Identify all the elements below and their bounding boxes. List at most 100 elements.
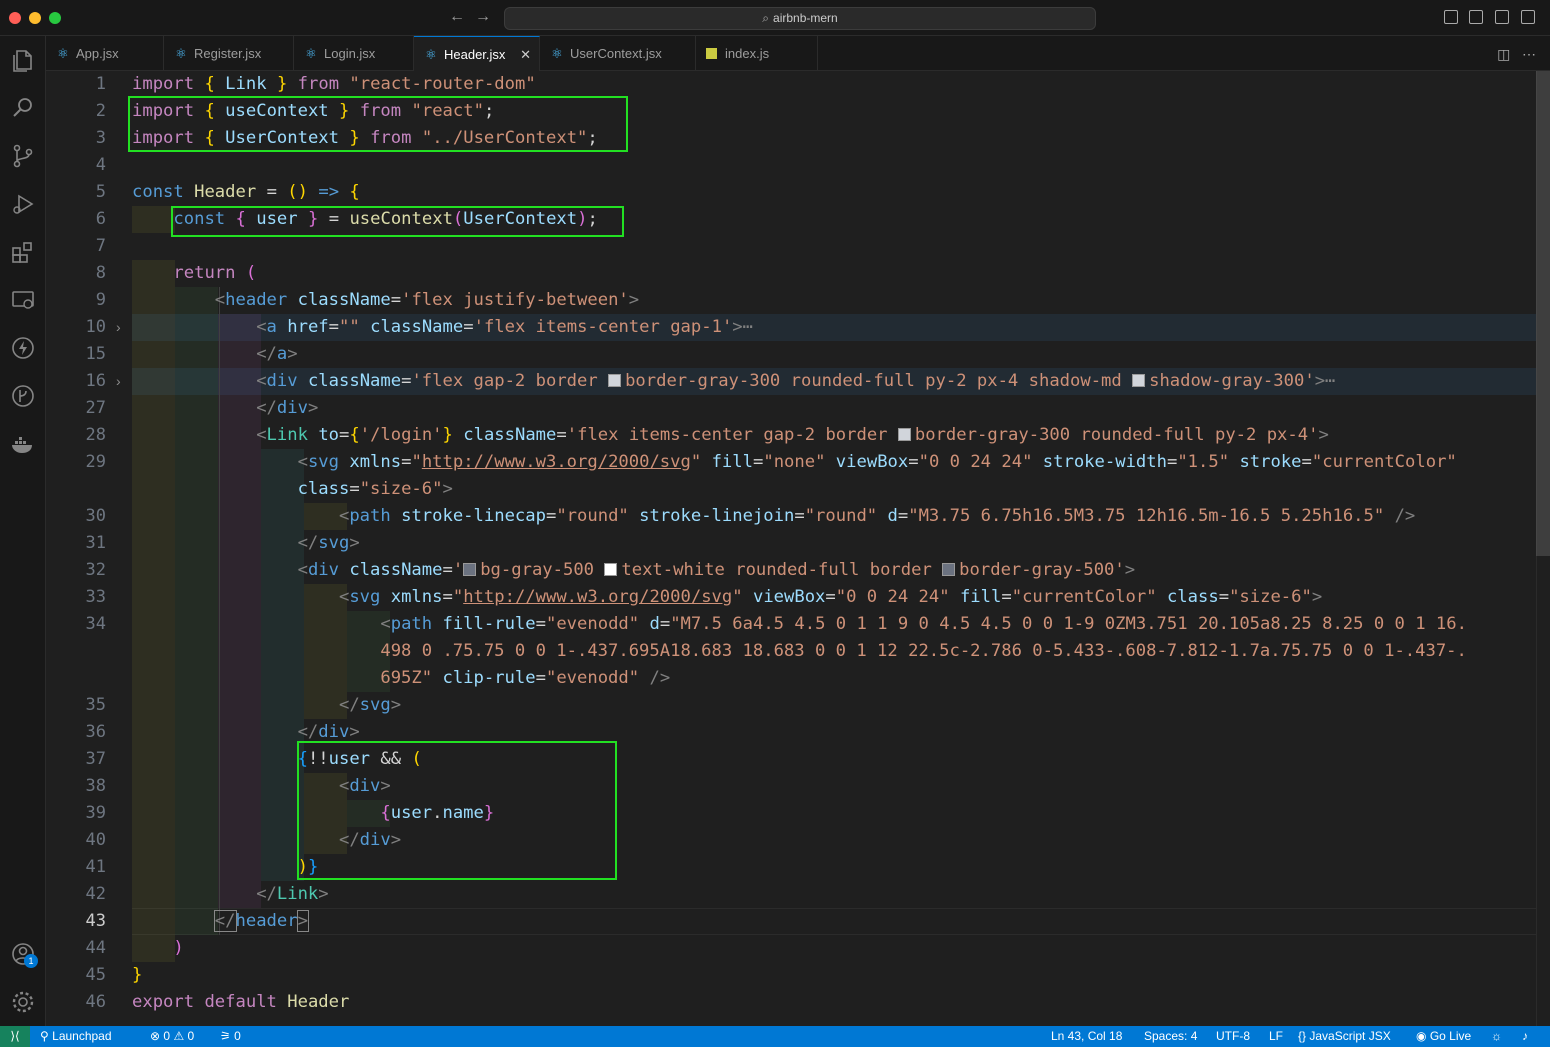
- forward-arrow-icon[interactable]: →: [473, 8, 493, 26]
- code-line-43: </header>: [213, 910, 309, 932]
- title-bar: ← → ⌕ airbnb-mern: [0, 0, 1550, 36]
- maximize-window-button[interactable]: [49, 12, 61, 24]
- indentation[interactable]: Spaces: 4: [1144, 1026, 1197, 1047]
- close-icon[interactable]: ✕: [520, 37, 531, 72]
- color-swatch[interactable]: [897, 428, 911, 441]
- tab-label: Header.jsx: [444, 47, 506, 62]
- color-swatch[interactable]: [604, 563, 618, 576]
- encoding[interactable]: UTF-8: [1216, 1026, 1250, 1047]
- react-icon: ⚛: [57, 46, 69, 61]
- status-bar: ⟩⟨ ⚲ Launchpad ⊗ 0 ⚠ 0 ⚞ 0 Ln 43, Col 18…: [0, 1026, 1550, 1047]
- line-number: 40: [85, 830, 106, 850]
- line-number: 1: [95, 74, 106, 94]
- line-number: 16: [85, 371, 106, 391]
- line-number: 8: [95, 263, 106, 283]
- source-control-icon[interactable]: [9, 142, 37, 170]
- line-number: 15: [85, 344, 106, 364]
- line-number: 44: [85, 938, 106, 958]
- cursor-position[interactable]: Ln 43, Col 18: [1051, 1026, 1122, 1047]
- close-window-button[interactable]: [9, 12, 21, 24]
- problems-button[interactable]: ⊗ 0 ⚠ 0: [150, 1026, 194, 1047]
- current-line-highlight: [132, 908, 1536, 935]
- line-number: 3: [95, 128, 106, 148]
- code-line-1: import { Link } from "react-router-dom": [132, 74, 536, 94]
- vertical-scrollbar[interactable]: [1536, 71, 1550, 1026]
- end-of-line[interactable]: LF: [1269, 1026, 1283, 1047]
- line-number: 5: [95, 182, 106, 202]
- code-line-44: ): [173, 938, 184, 958]
- line-number: 6: [95, 209, 106, 229]
- more-actions-icon[interactable]: ⋯: [1522, 46, 1536, 62]
- tab-label: Register.jsx: [194, 46, 262, 61]
- warning-icon: ⚠: [173, 1029, 185, 1043]
- line-number: 43: [85, 911, 106, 931]
- line-number: 2: [95, 101, 106, 121]
- color-swatch[interactable]: [463, 563, 477, 576]
- react-icon: ⚛: [175, 46, 187, 61]
- tab-usercontext-jsx[interactable]: ⚛ UserContext.jsx: [540, 36, 696, 71]
- line-number: [46, 665, 106, 692]
- command-center-search[interactable]: ⌕ airbnb-mern: [504, 7, 1096, 30]
- explorer-icon[interactable]: [9, 46, 37, 74]
- remote-explorer-icon[interactable]: [9, 286, 37, 314]
- docker-icon[interactable]: [9, 430, 37, 458]
- remote-indicator-icon[interactable]: ⟩⟨: [0, 1026, 30, 1047]
- tab-index-js[interactable]: index.js: [696, 36, 818, 71]
- toggle-panel-icon[interactable]: [1469, 10, 1483, 24]
- line-number: 33: [85, 587, 106, 607]
- code-editor[interactable]: 1 2 3 4 5 6 7 8 9 10 15 16 27 28 29 30 31 32 33 34 35 36 37 38 3…: [46, 71, 1550, 1026]
- line-number: 31: [85, 533, 106, 553]
- line-number: 28: [85, 425, 106, 445]
- search-icon[interactable]: [9, 94, 37, 122]
- toggle-secondary-sidebar-icon[interactable]: [1495, 10, 1509, 24]
- line-number: 32: [85, 560, 106, 580]
- scrollbar-thumb[interactable]: [1536, 71, 1550, 556]
- bell-icon[interactable]: ♪: [1522, 1026, 1528, 1047]
- toggle-primary-sidebar-icon[interactable]: [1444, 10, 1458, 24]
- line-number: 37: [85, 749, 106, 769]
- tab-register-jsx[interactable]: ⚛ Register.jsx: [164, 36, 294, 71]
- react-icon: ⚛: [305, 46, 317, 61]
- code-line-8: return (: [173, 263, 257, 283]
- launchpad-button[interactable]: ⚲ Launchpad: [40, 1026, 112, 1047]
- back-arrow-icon[interactable]: ←: [447, 8, 467, 26]
- gear-icon[interactable]: [9, 988, 37, 1016]
- code-line-45: }: [132, 965, 143, 985]
- language-mode[interactable]: {} JavaScript JSX: [1298, 1026, 1391, 1047]
- code-line-35: </svg>: [338, 695, 402, 715]
- tab-label: UserContext.jsx: [570, 46, 662, 61]
- minimize-window-button[interactable]: [29, 12, 41, 24]
- ports-button[interactable]: ⚞ 0: [220, 1026, 241, 1047]
- editor-tab-bar: ⚛ App.jsx ⚛ Register.jsx ⚛ Login.jsx ⚛ Heade…: [46, 36, 1550, 71]
- tab-app-jsx[interactable]: ⚛ App.jsx: [46, 36, 164, 71]
- braces-icon: {}: [1298, 1029, 1307, 1043]
- customize-layout-icon[interactable]: [1521, 10, 1535, 24]
- color-swatch[interactable]: [942, 563, 956, 576]
- code-line-42: </Link>: [256, 884, 329, 904]
- thunder-client-icon[interactable]: [9, 334, 37, 362]
- line-number: 9: [95, 290, 106, 310]
- tab-label: index.js: [725, 46, 770, 61]
- color-swatch[interactable]: [1132, 374, 1146, 387]
- line-number: 27: [85, 398, 106, 418]
- code-line-33: <svg xmlns="http://www.w3.org/2000/svg" …: [338, 587, 1323, 607]
- line-number: 41: [85, 857, 106, 877]
- tab-login-jsx[interactable]: ⚛ Login.jsx: [294, 36, 414, 71]
- fold-chevron-icon[interactable]: ›: [116, 314, 121, 341]
- run-debug-icon[interactable]: [9, 190, 37, 218]
- extensions-icon[interactable]: [9, 238, 37, 266]
- code-line-29-wrap: class="size-6">: [297, 479, 453, 499]
- line-number: 36: [85, 722, 106, 742]
- code-line-41: )}: [297, 857, 319, 877]
- tab-header-jsx[interactable]: ⚛ Header.jsx ✕: [414, 36, 540, 71]
- copilot-icon[interactable]: ☼: [1491, 1026, 1502, 1047]
- accounts-badge: 1: [24, 954, 38, 968]
- git-graph-icon[interactable]: [9, 382, 37, 410]
- line-number: 38: [85, 776, 106, 796]
- go-live-button[interactable]: ◉ Go Live: [1416, 1026, 1471, 1047]
- color-swatch[interactable]: [608, 374, 622, 387]
- line-number: 42: [85, 884, 106, 904]
- code-line-10: <a href="" className='flex items-center …: [256, 317, 754, 337]
- split-editor-icon[interactable]: ◫: [1497, 46, 1510, 62]
- fold-chevron-icon[interactable]: ›: [116, 368, 121, 395]
